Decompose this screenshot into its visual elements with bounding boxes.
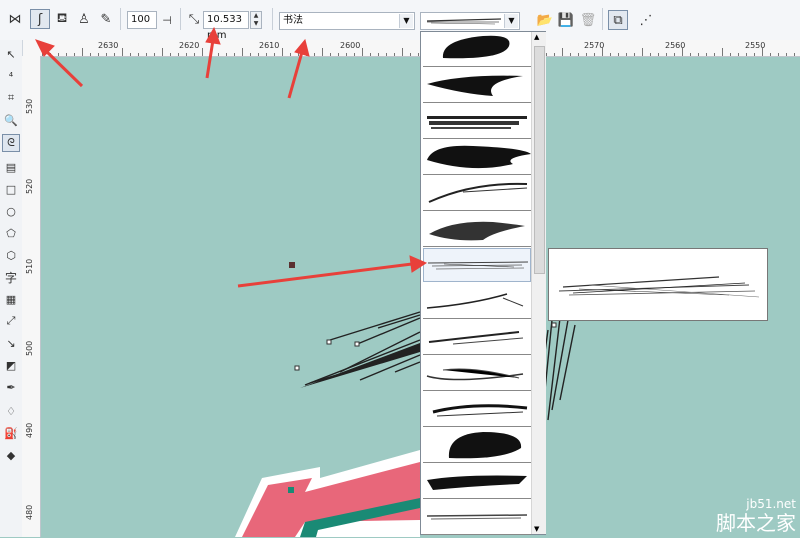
arrow-width — [205, 39, 215, 79]
annotation-arrows — [35, 26, 428, 288]
watermark: jb51.net 脚本之家 — [716, 497, 796, 535]
watermark-name: 脚本之家 — [716, 511, 796, 535]
arrow-head — [35, 39, 55, 57]
arrow-category — [287, 51, 304, 99]
arrow-head — [409, 255, 428, 273]
arrow-head — [205, 26, 221, 45]
watermark-site: jb51.net — [746, 497, 796, 511]
arrow-brush-tool — [43, 48, 84, 88]
arrow-stroke-item — [237, 262, 413, 288]
arrow-head — [294, 38, 310, 57]
